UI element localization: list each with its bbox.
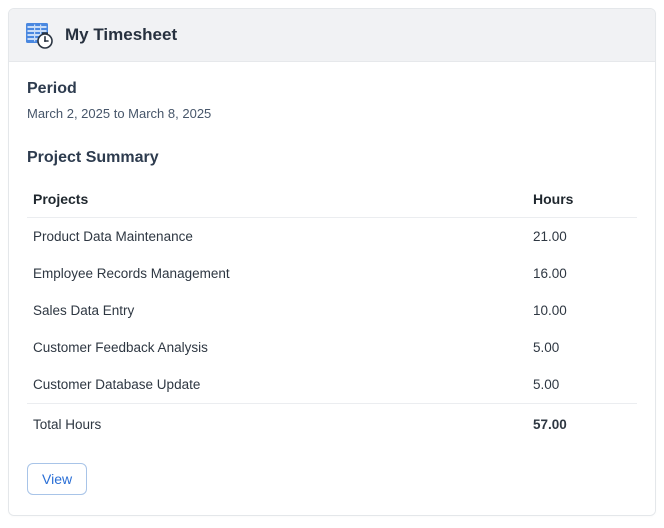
col-projects: Projects bbox=[27, 181, 527, 218]
project-name: Employee Records Management bbox=[27, 255, 527, 292]
project-name: Product Data Maintenance bbox=[27, 218, 527, 256]
period-text: March 2, 2025 to March 8, 2025 bbox=[27, 106, 637, 121]
project-hours: 21.00 bbox=[527, 218, 637, 256]
timesheet-card: My Timesheet Period March 2, 2025 to Mar… bbox=[8, 8, 656, 516]
table-row: Product Data Maintenance21.00 bbox=[27, 218, 637, 256]
project-hours: 16.00 bbox=[527, 255, 637, 292]
view-button[interactable]: View bbox=[27, 463, 87, 495]
period-label: Period bbox=[27, 80, 637, 98]
col-hours: Hours bbox=[527, 181, 637, 218]
table-row: Customer Database Update5.00 bbox=[27, 366, 637, 404]
project-name: Customer Database Update bbox=[27, 366, 527, 404]
total-label: Total Hours bbox=[27, 404, 527, 444]
table-header-row: Projects Hours bbox=[27, 181, 637, 218]
action-row: View bbox=[27, 463, 637, 495]
table-row: Customer Feedback Analysis5.00 bbox=[27, 329, 637, 366]
total-hours: 57.00 bbox=[527, 404, 637, 444]
card-title: My Timesheet bbox=[65, 25, 177, 45]
project-name: Sales Data Entry bbox=[27, 292, 527, 329]
project-name: Customer Feedback Analysis bbox=[27, 329, 527, 366]
total-row: Total Hours57.00 bbox=[27, 404, 637, 444]
project-hours: 5.00 bbox=[527, 329, 637, 366]
summary-title: Project Summary bbox=[27, 149, 637, 167]
project-hours: 10.00 bbox=[527, 292, 637, 329]
project-summary-table: Projects Hours Product Data Maintenance2… bbox=[27, 181, 637, 443]
table-row: Employee Records Management16.00 bbox=[27, 255, 637, 292]
table-row: Sales Data Entry10.00 bbox=[27, 292, 637, 329]
card-body: Period March 2, 2025 to March 8, 2025 Pr… bbox=[9, 62, 655, 515]
card-header: My Timesheet bbox=[9, 9, 655, 62]
project-hours: 5.00 bbox=[527, 366, 637, 404]
timesheet-icon bbox=[25, 21, 53, 49]
